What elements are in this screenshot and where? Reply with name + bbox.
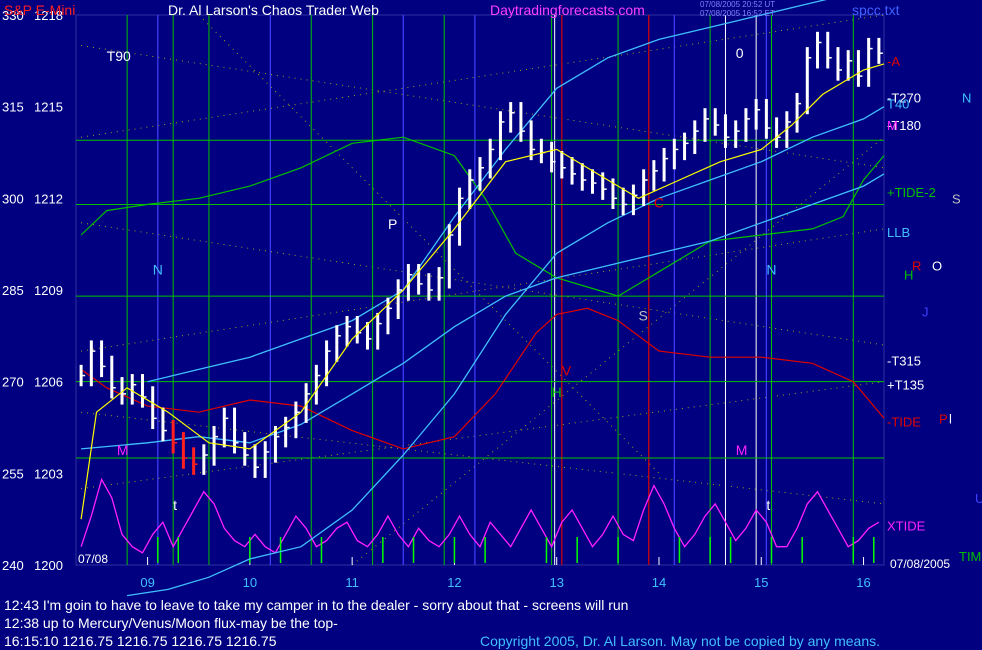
x-tick-label: 16 <box>856 575 870 590</box>
right-side-label: +TIDE-2 <box>887 185 936 200</box>
right-side-label: U <box>975 491 982 506</box>
right-side-label: S <box>952 191 961 206</box>
chart-annotation: 0 <box>736 45 744 61</box>
y-tick-label-left: 285 <box>2 283 24 298</box>
right-side-label: O <box>932 259 942 274</box>
start-date-label: 07/08 <box>78 552 108 566</box>
last-quote-line: 16:15:10 1216.75 1216.75 1216.75 1216.75 <box>4 633 277 649</box>
x-tick-label: 14 <box>652 575 666 590</box>
tide-oscillator <box>80 477 880 554</box>
right-side-label: J <box>922 304 929 319</box>
chart-annotation: M <box>736 442 748 458</box>
instrument-label: S&P E-Mini <box>4 2 76 18</box>
x-tick-label: 11 <box>345 575 359 590</box>
right-side-label: -TIDE <box>887 414 921 429</box>
y-tick-label-left: 315 <box>2 100 24 115</box>
chart-annotation: C <box>654 195 664 211</box>
data-file-label: spcc.txt <box>852 2 900 18</box>
chart-annotation: P <box>388 216 397 232</box>
dotted-cycle-line-2 <box>81 222 885 346</box>
right-side-label: -T315 <box>887 353 921 368</box>
chart-annotation: t <box>173 497 177 513</box>
cyan-lower-band <box>127 106 885 597</box>
right-side-label: XTIDE <box>887 518 926 533</box>
y-tick-label-left: 300 <box>2 191 24 206</box>
chart-annotation: S <box>639 308 648 324</box>
right-side-label: P <box>939 411 948 426</box>
right-side-label: l <box>949 411 952 426</box>
chart-annotation: N <box>766 262 776 278</box>
comment-line-1: 12:43 I'm goin to have to leave to take … <box>4 597 629 613</box>
comment-line-2: 12:38 up to Mercury/Venus/Moon flux-may … <box>4 615 338 631</box>
dotted-cycle-line-6 <box>198 14 660 474</box>
y-tick-label-right: 1215 <box>34 100 63 115</box>
x-tick-label: 12 <box>447 575 461 590</box>
chart-title: Dr. Al Larson's Chaos Trader Web <box>168 2 379 18</box>
right-side-label: +T135 <box>887 378 924 393</box>
timestamp-ut: 07/08/2005 20:52 UT <box>700 0 776 9</box>
dotted-cycle-line-5 <box>81 381 885 490</box>
right-side-label: T40 <box>887 97 909 112</box>
y-tick-label-left: 240 <box>2 558 24 573</box>
chart-annotation: N <box>153 262 163 278</box>
dotted-cycle-line-0 <box>81 45 885 169</box>
yellow-moving-average <box>80 63 885 520</box>
right-side-label: R <box>912 259 921 274</box>
x-tick-label: 15 <box>754 575 768 590</box>
dotted-cycle-line-1 <box>81 14 885 138</box>
x-tick-label: 09 <box>140 575 154 590</box>
plot-frame <box>75 14 885 566</box>
x-tick-label: 10 <box>243 575 257 590</box>
price-chart: 09 10 11 12 13 14 15 1607/08 07/08/2005330 121831… <box>2 0 982 597</box>
y-tick-label-right: 1212 <box>34 191 63 206</box>
chart-annotation: V <box>562 363 572 379</box>
right-side-label: -A <box>887 54 900 69</box>
dotted-cycle-line-3 <box>81 228 885 352</box>
chart-annotation: t <box>766 497 770 513</box>
chart-annotation: M <box>117 442 129 458</box>
right-side-label: M <box>887 118 898 133</box>
timestamp-et: 07/08/2005 16:52 ET <box>700 9 775 18</box>
cyan-upper-band <box>147 0 827 383</box>
right-side-label: TIM <box>959 549 981 564</box>
y-tick-label-right: 1203 <box>34 466 63 481</box>
right-side-label: LLB <box>887 225 910 240</box>
red-flux-line <box>80 307 885 450</box>
chart-annotation: T90 <box>107 48 131 64</box>
right-side-label: H <box>904 268 913 283</box>
site-link[interactable]: Daytradingforecasts.com <box>490 2 645 18</box>
y-tick-label-right: 1200 <box>34 558 63 573</box>
chart-annotation: H <box>552 384 562 400</box>
right-side-label: N <box>962 91 971 106</box>
y-tick-label-left: 255 <box>2 466 24 481</box>
y-tick-label-left: 270 <box>2 375 24 390</box>
end-date-label: 07/08/2005 <box>890 557 950 571</box>
copyright-notice: Copyright 2005, Dr. Al Larson. May not b… <box>480 633 881 649</box>
y-tick-label-right: 1206 <box>34 375 63 390</box>
y-tick-label-right: 1209 <box>34 283 63 298</box>
x-tick-label: 13 <box>549 575 563 590</box>
